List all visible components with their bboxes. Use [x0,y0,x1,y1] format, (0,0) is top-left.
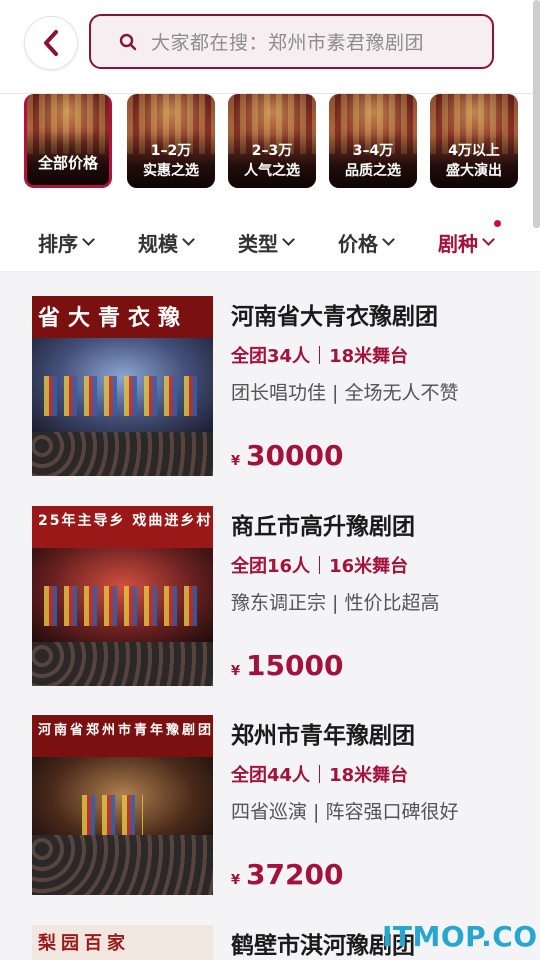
member-count: 全团44人 [231,765,311,786]
troupe-description: 团长唱功佳 | 全场无人不赞 [231,382,459,404]
price-value: 37200 [246,858,344,891]
troupe-photo: 25年主导乡 戏曲进乡村 [32,506,213,686]
filter-price[interactable]: 价格 [338,228,395,257]
troupe-description: 四省巡演 | 阵容强口碑很好 [231,801,459,823]
troupe-photo: 梨园百家 [32,925,213,960]
photo-banner-text: 25年主导乡 戏曲进乡村 [32,506,213,548]
price-filter-tagline: 实惠之选 [143,163,199,179]
price-filter-2-3w[interactable]: 2–3万 人气之选 [228,94,316,188]
filter-type[interactable]: 类型 [238,228,295,257]
filter-sort[interactable]: 排序 [38,228,95,257]
filter-scale[interactable]: 规模 [138,228,195,257]
search-placeholder: 大家都在搜：郑州市素君豫剧团 [151,32,425,54]
troupe-price: ¥15000 [231,649,343,682]
member-count: 全团34人 [231,346,311,367]
divider [319,556,321,574]
chevron-left-icon [44,30,58,56]
filter-label: 价格 [338,232,378,256]
chevron-down-icon [82,233,95,246]
filter-opera-genre[interactable]: 剧种 [438,228,495,257]
filter-bar: 排序 规模 类型 价格 剧种 [0,204,540,272]
filter-label: 类型 [238,232,278,256]
troupe-specs: 全团34人 18米舞台 [231,342,408,368]
troupe-specs: 全团16人 16米舞台 [231,552,408,578]
scrollbar[interactable] [533,0,540,228]
filter-label: 规模 [138,232,178,256]
price-filter-tagline: 人气之选 [244,163,300,179]
troupe-card[interactable]: 河南省郑州市青年豫剧团 郑州市青年豫剧团 全团44人 18米舞台 四省巡演 | … [32,715,512,895]
troupe-photo: 河南省郑州市青年豫剧团 [32,715,213,895]
chevron-down-icon [482,233,495,246]
price-value: 15000 [246,649,344,682]
chevron-down-icon [182,233,195,246]
price-filter-4w-plus[interactable]: 4万以上 盛大演出 [430,94,518,188]
troupe-description: 豫东调正宗 | 性价比超高 [231,592,440,614]
photo-banner-text: 河南省郑州市青年豫剧团 [32,715,213,757]
top-bar: 大家都在搜：郑州市素君豫剧团 [0,0,540,94]
troupe-specs: 全团44人 18米舞台 [231,761,408,787]
member-count: 全团16人 [231,556,311,577]
chevron-down-icon [282,233,295,246]
divider [319,346,321,364]
chevron-down-icon [382,233,395,246]
divider [319,765,321,783]
troupe-price: ¥30000 [231,439,343,472]
filter-label: 排序 [38,232,78,256]
filter-label: 剧种 [438,232,478,256]
back-button[interactable] [24,16,78,70]
price-filter-tagline: 品质之选 [345,163,401,179]
photo-banner-text: 省大青衣豫 [32,296,213,338]
stage-size: 18米舞台 [329,765,409,786]
price-filter-tagline: 盛大演出 [446,163,502,179]
price-filter-range: 1–2万 [150,143,192,159]
search-bar[interactable]: 大家都在搜：郑州市素君豫剧团 [89,14,494,69]
currency-symbol: ¥ [231,664,241,679]
price-filter-1-2w[interactable]: 1–2万 实惠之选 [127,94,215,188]
price-value: 30000 [246,439,344,472]
notification-dot [494,220,501,227]
stage-size: 16米舞台 [329,556,409,577]
price-category-strip: 全部价格 1–2万 实惠之选 2–3万 人气之选 3–4万 品质之选 4万以上 … [0,94,540,204]
troupe-name: 河南省大青衣豫剧团 [231,304,438,330]
troupe-name: 郑州市青年豫剧团 [231,723,415,749]
price-filter-3-4w[interactable]: 3–4万 品质之选 [329,94,417,188]
troupe-price: ¥37200 [231,858,343,891]
price-filter-range: 4万以上 [448,143,500,159]
watermark: ITMOP.COM [382,920,540,953]
price-filter-range: 3–4万 [352,143,394,159]
stage-size: 18米舞台 [329,346,409,367]
price-filter-range: 2–3万 [251,143,293,159]
troupe-name: 商丘市高升豫剧团 [231,514,415,540]
troupe-card[interactable]: 省大青衣豫 河南省大青衣豫剧团 全团34人 18米舞台 团长唱功佳 | 全场无人… [32,296,512,476]
currency-symbol: ¥ [231,873,241,888]
currency-symbol: ¥ [231,454,241,469]
photo-banner-text: 梨园百家 [32,925,213,960]
troupe-card[interactable]: 25年主导乡 戏曲进乡村 商丘市高升豫剧团 全团16人 16米舞台 豫东调正宗 … [32,506,512,686]
price-filter-all[interactable]: 全部价格 [24,94,112,188]
troupe-photo: 省大青衣豫 [32,296,213,476]
search-icon [119,33,137,50]
price-filter-label: 全部价格 [37,154,98,172]
